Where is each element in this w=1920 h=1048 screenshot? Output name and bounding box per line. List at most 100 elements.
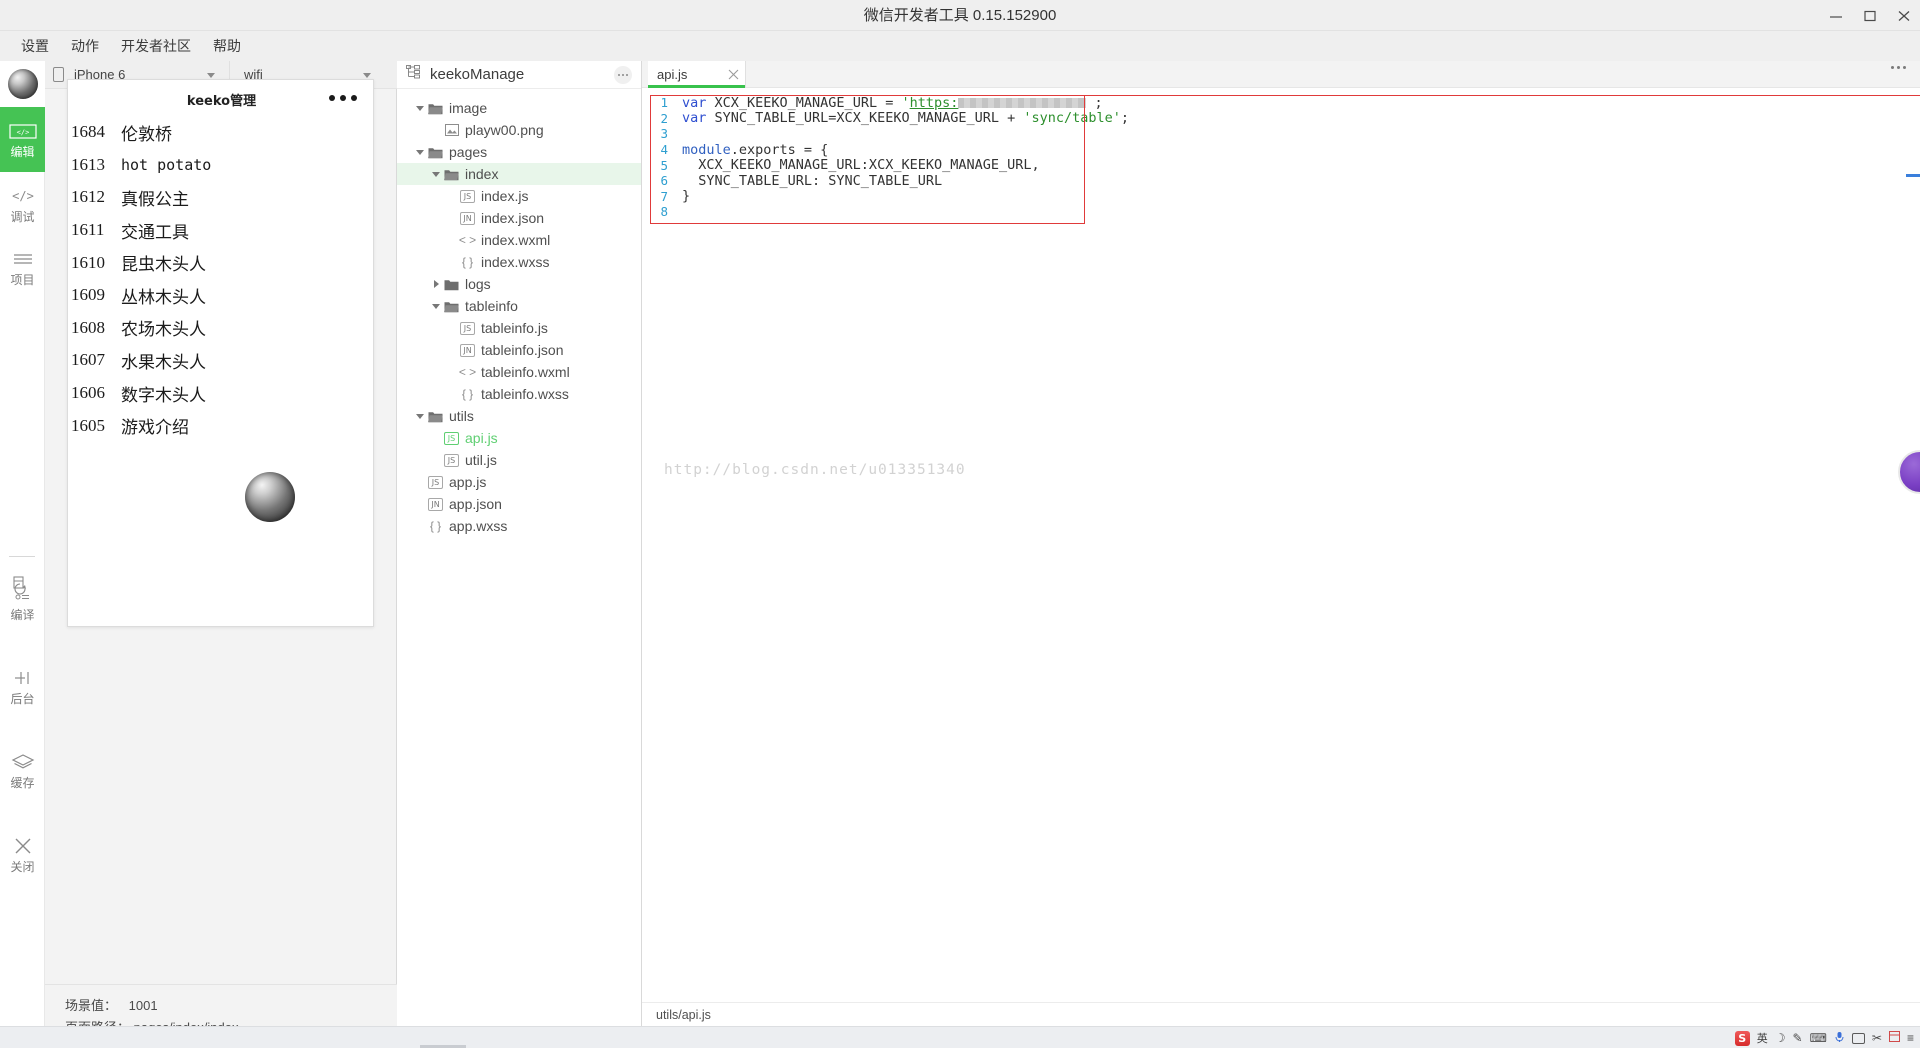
js-file-icon: JS <box>459 321 476 335</box>
sogou-input-logo[interactable]: S <box>1734 1030 1750 1046</box>
menu-item-help[interactable]: 帮助 <box>202 34 252 58</box>
tree-file-index-json[interactable]: JN index.json <box>397 207 641 229</box>
tree-file-index-wxml[interactable]: < > index.wxml <box>397 229 641 251</box>
list-item-id: 1613 <box>71 154 105 174</box>
avatar[interactable] <box>0 61 45 107</box>
minimize-icon[interactable] <box>1828 8 1844 24</box>
line-number: 2 <box>660 110 668 126</box>
phone-viewport: keeko管理 1684 伦敦桥 1613 hot potato 1612 真假公主 … <box>67 79 374 627</box>
wxss-file-icon: { } <box>429 519 442 533</box>
scene-row: 场景值： 1001 <box>65 997 397 1019</box>
code-url-link[interactable]: https: <box>910 95 959 111</box>
ime-screenshot-icon[interactable]: ✂ <box>1872 1031 1882 1045</box>
floating-orb-icon[interactable] <box>1898 450 1920 494</box>
rail-item-cache[interactable]: 缓存 <box>0 714 45 798</box>
rail-item-backend[interactable]: 后台 <box>0 630 45 714</box>
tree-toggle[interactable] <box>429 171 443 177</box>
tree-file-index-wxss[interactable]: { } index.wxss <box>397 251 641 273</box>
line-number: 7 <box>660 188 668 204</box>
tree-toggle[interactable] <box>429 280 443 288</box>
tree-folder-utils[interactable]: utils <box>397 405 641 427</box>
file-tree-panel: keekoManage image playw00.png pages index JS… <box>397 61 642 1048</box>
tree-node-label: index.wxss <box>481 254 550 270</box>
ime-settings-icon[interactable]: ≡ <box>1907 1031 1914 1045</box>
ellipsis-icon[interactable] <box>614 66 632 84</box>
editor-panel: api.js 1 var XCX_KEEKO_MANAGE_URL = ' htt… <box>642 61 1920 1048</box>
svg-text:</>: </> <box>12 189 34 203</box>
tree-folder-tableinfo[interactable]: tableinfo <box>397 295 641 317</box>
wxml-file-icon: < > <box>458 233 477 247</box>
menu-item-settings[interactable]: 设置 <box>10 34 60 58</box>
ime-keyboard-icon[interactable] <box>1851 1032 1865 1044</box>
list-item[interactable]: 1609 丛林木头人 <box>68 279 373 312</box>
list-item[interactable]: 1613 hot potato <box>68 149 373 182</box>
tree-folder-pages[interactable]: pages <box>397 141 641 163</box>
list-item[interactable]: 1605 游戏介绍 <box>68 409 373 442</box>
tree-toggle[interactable] <box>413 105 427 111</box>
list-item[interactable]: 1608 农场木头人 <box>68 312 373 345</box>
ime-moon-icon[interactable]: ☽ <box>1775 1031 1786 1045</box>
tree-folder-logs[interactable]: logs <box>397 273 641 295</box>
tree-file-util-js[interactable]: JS util.js <box>397 449 641 471</box>
simulator-panel: iPhone 6 wifi keeko管理 1684 伦敦桥 1613 hot po… <box>45 60 397 1048</box>
tree-file-tableinfo-wxss[interactable]: { } tableinfo.wxss <box>397 383 641 405</box>
editor-more-icon[interactable] <box>1891 66 1906 69</box>
code-line-3: 3 <box>642 126 1920 142</box>
code-slash-icon: </> <box>10 186 36 206</box>
tree-toggle[interactable] <box>413 149 427 155</box>
list-item[interactable]: 1612 真假公主 <box>68 181 373 214</box>
code-object: module <box>682 141 731 158</box>
tree-toggle[interactable] <box>413 413 427 419</box>
ime-menu-icon[interactable] <box>1888 1031 1900 1045</box>
tab-api-js[interactable]: api.js <box>648 61 746 88</box>
ime-emoji-icon[interactable]: ✎ <box>1793 1031 1803 1045</box>
tree-file-tableinfo-wxml[interactable]: < > tableinfo.wxml <box>397 361 641 383</box>
tree-node-label: tableinfo <box>465 298 518 314</box>
menu-item-community[interactable]: 开发者社区 <box>110 34 202 58</box>
tree-toggle[interactable] <box>429 303 443 309</box>
tree-file-tableinfo-js[interactable]: JS tableinfo.js <box>397 317 641 339</box>
rail-item-project[interactable]: 项目 <box>0 232 45 295</box>
three-dots-icon[interactable] <box>329 95 357 101</box>
scroll-indicator[interactable] <box>1906 174 1920 177</box>
rail-spacer <box>0 295 44 548</box>
list-item[interactable]: 1611 交通工具 <box>68 214 373 247</box>
file-tree-body: image playw00.png pages index JS index.js JN in… <box>397 89 641 537</box>
code-keyword: var <box>682 94 707 111</box>
tree-file-api-js[interactable]: JS api.js <box>397 427 641 449</box>
tree-file-index-js[interactable]: JS index.js <box>397 185 641 207</box>
maximize-icon[interactable] <box>1862 8 1878 24</box>
close-icon[interactable] <box>1896 8 1912 24</box>
list-item-id: 1612 <box>71 187 105 207</box>
menu-item-actions[interactable]: 动作 <box>60 34 110 58</box>
ime-lang-indicator[interactable]: 英 <box>1757 1030 1768 1046</box>
code-editor[interactable]: 1 var XCX_KEEKO_MANAGE_URL = ' https: ; 2… <box>642 95 1920 1025</box>
list-item[interactable]: 1610 昆虫木头人 <box>68 246 373 279</box>
tree-folder-image[interactable]: image <box>397 97 641 119</box>
layers-icon <box>11 752 35 772</box>
close-icon[interactable] <box>714 69 739 80</box>
ime-mic-icon[interactable] <box>1834 1031 1845 1046</box>
list-item[interactable]: 1606 数字木头人 <box>68 377 373 410</box>
rail-item-close[interactable]: 关闭 <box>0 798 45 882</box>
tree-folder-index[interactable]: index <box>397 163 641 185</box>
line-number: 4 <box>660 142 668 158</box>
ime-toolbox-icon[interactable]: ⌨ <box>1810 1031 1827 1045</box>
rail-item-compile[interactable]: 编译 <box>0 565 45 630</box>
tree-file-app-json[interactable]: JN app.json <box>397 493 641 515</box>
tree-file-app-js[interactable]: JS app.js <box>397 471 641 493</box>
folder-open-icon <box>427 146 444 159</box>
rail-item-debug[interactable]: </> 调试 <box>0 172 45 232</box>
tree-file-playw00-png[interactable]: playw00.png <box>397 119 641 141</box>
tree-file-tableinfo-json[interactable]: JN tableinfo.json <box>397 339 641 361</box>
tree-node-label: api.js <box>465 430 498 446</box>
code-line-8: 8 <box>642 204 1920 220</box>
list-item[interactable]: 1684 伦敦桥 <box>68 116 373 149</box>
wxss-file-icon: { } <box>461 255 474 269</box>
list-item[interactable]: 1607 水果木头人 <box>68 344 373 377</box>
tab-active-indicator <box>648 85 745 88</box>
chevron-down-icon <box>432 303 440 309</box>
rail-item-edit[interactable]: </> 编辑 <box>0 107 45 172</box>
phone-header: keeko管理 <box>68 80 373 116</box>
tree-file-app-wxss[interactable]: { } app.wxss <box>397 515 641 537</box>
